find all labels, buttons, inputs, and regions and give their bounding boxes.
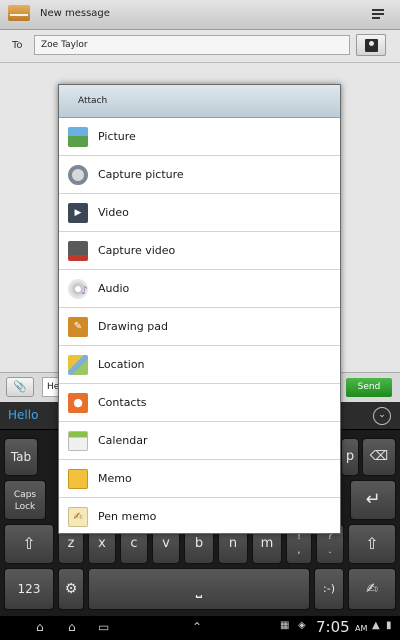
option-label: Drawing pad	[98, 320, 168, 333]
attach-option-location[interactable]: Location	[59, 346, 340, 384]
page-title: New message	[40, 8, 110, 19]
menu-icon[interactable]	[370, 6, 388, 24]
recipient-field[interactable]: Zoe Taylor	[34, 35, 350, 55]
clock: 7:05	[316, 618, 350, 636]
camcorder-icon	[68, 241, 88, 261]
drawing-pad-icon: ✎	[68, 317, 88, 337]
dialog-header: Attach	[59, 85, 340, 118]
attach-button[interactable]: 📎	[6, 377, 34, 397]
attach-option-video[interactable]: ▶ Video	[59, 194, 340, 232]
recent-apps-icon[interactable]: ▭	[98, 620, 109, 634]
shift-right-key[interactable]: ⇧	[348, 524, 396, 564]
memo-icon	[68, 469, 88, 489]
backspace-key[interactable]: ⌫	[362, 438, 396, 476]
attach-dialog: Attach Picture Capture picture ▶ Video C…	[58, 84, 341, 534]
notification-icon: ◈	[298, 620, 306, 631]
contact-picker-icon[interactable]	[356, 34, 386, 56]
caps-lock-key[interactable]: Caps Lock	[4, 480, 46, 520]
chevron-down-icon[interactable]: ⌄	[373, 407, 391, 425]
option-label: Capture picture	[98, 168, 184, 181]
attach-option-capture-picture[interactable]: Capture picture	[59, 156, 340, 194]
calendar-icon	[68, 431, 88, 451]
shift-left-key[interactable]: ⇧	[4, 524, 54, 564]
numbers-key[interactable]: 123	[4, 568, 54, 610]
audio-icon: ♪	[68, 279, 88, 299]
divider	[0, 62, 400, 63]
space-key[interactable]: ⎵	[88, 568, 310, 610]
smiley-key[interactable]: :-)	[314, 568, 344, 610]
option-label: Location	[98, 358, 145, 371]
key-p[interactable]: p	[341, 438, 359, 476]
attach-option-contacts[interactable]: ● Contacts	[59, 384, 340, 422]
attach-option-picture[interactable]: Picture	[59, 118, 340, 156]
handwriting-icon[interactable]: ✍	[348, 568, 396, 610]
attach-option-memo[interactable]: Memo	[59, 460, 340, 498]
location-icon	[68, 355, 88, 375]
option-label: Contacts	[98, 396, 147, 409]
clock-ampm: AM	[355, 624, 368, 633]
tab-key[interactable]: Tab	[4, 438, 38, 476]
wifi-icon: ▲	[372, 620, 380, 631]
suggestion-word[interactable]: Hello	[8, 408, 38, 422]
option-label: Pen memo	[98, 510, 157, 523]
option-label: Audio	[98, 282, 130, 295]
picture-icon	[68, 127, 88, 147]
camera-icon	[68, 165, 88, 185]
back-icon[interactable]: ⌂	[36, 620, 44, 634]
pen-memo-icon: ✍	[68, 507, 88, 527]
message-app-icon	[8, 5, 30, 21]
gear-icon[interactable]: ⚙	[58, 568, 84, 610]
dialog-title: Attach	[78, 96, 108, 106]
option-label: Memo	[98, 472, 132, 485]
attach-option-capture-video[interactable]: Capture video	[59, 232, 340, 270]
send-button[interactable]: Send	[346, 378, 392, 397]
option-label: Picture	[98, 130, 136, 143]
attach-option-calendar[interactable]: Calendar	[59, 422, 340, 460]
option-label: Video	[98, 206, 129, 219]
to-label: To	[12, 40, 23, 51]
contacts-icon: ●	[68, 393, 88, 413]
option-label: Capture video	[98, 244, 176, 257]
chevron-up-icon[interactable]: ⌃	[192, 620, 202, 634]
home-icon[interactable]: ⌂	[68, 620, 76, 634]
video-icon: ▶	[68, 203, 88, 223]
attach-option-audio[interactable]: ♪ Audio	[59, 270, 340, 308]
option-label: Calendar	[98, 434, 148, 447]
battery-icon: ▮	[386, 620, 392, 631]
notification-icon: ▦	[280, 620, 290, 631]
enter-key[interactable]: ↵	[350, 480, 396, 520]
attach-option-drawing-pad[interactable]: ✎ Drawing pad	[59, 308, 340, 346]
system-bar: ⌂ ⌂ ▭ ⌃ ▦ ◈ 7:05 AM ▲ ▮	[0, 616, 400, 640]
app-header: New message	[0, 0, 400, 30]
attach-option-pen-memo[interactable]: ✍ Pen memo	[59, 498, 340, 536]
